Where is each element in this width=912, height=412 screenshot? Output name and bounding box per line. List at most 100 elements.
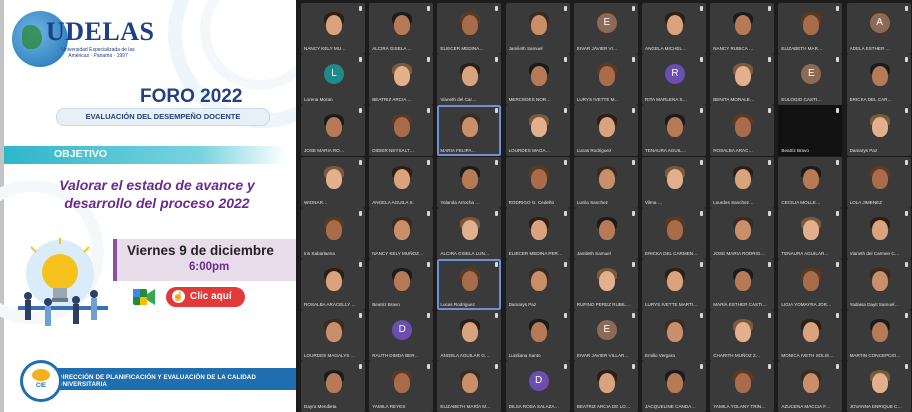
participant-photo	[803, 271, 820, 291]
participant-tile[interactable]: ELIECER MEDINA…	[437, 3, 502, 54]
participant-tile[interactable]: Vianeth del Carmen C…	[846, 207, 911, 259]
participant-tile[interactable]: Yolanda Arrocha …	[437, 156, 502, 208]
participant-tile[interactable]: MARIA FELIPA…	[437, 105, 502, 157]
participant-tile[interactable]: RODRIGO G. Cedeño	[505, 156, 570, 208]
participant-tile[interactable]: LURYS IVETTE MARTI…	[642, 259, 706, 310]
participant-tile[interactable]: BEATRIZ ARCIA DE LO…	[573, 361, 638, 412]
participant-tile[interactable]: MERCEDES NOR…	[505, 54, 570, 106]
participant-tile[interactable]: ELIZABETH MAR…	[778, 3, 843, 54]
participant-tile[interactable]: MONICA IVETH SOLIS…	[778, 310, 843, 362]
participant-tile[interactable]: Yadaisa Dayit Samuel…	[846, 259, 911, 310]
participant-tile[interactable]: TENAURA AGUILAR…	[778, 207, 843, 259]
participant-photo	[735, 66, 752, 87]
participant-tile[interactable]: Beatriz Bravo	[369, 259, 434, 310]
participant-tile[interactable]: Emilio Vergara	[642, 310, 706, 362]
participant-tile[interactable]: RUFINO PEREZ RUBIL…	[573, 259, 638, 310]
participant-tile[interactable]: ERICKA DEL CAR…	[846, 54, 911, 106]
participant-tile[interactable]: ERICKA DEL CARMEN…	[642, 207, 706, 259]
participant-name: ERICKA DEL CARMEN…	[645, 250, 698, 256]
participant-tile[interactable]: LOLA JIMENEZ	[846, 156, 911, 208]
participant-tile[interactable]: BENITA MORALE…	[710, 54, 775, 106]
participant-tile[interactable]: LOURDES MAGALYS …	[301, 310, 365, 362]
participant-tile[interactable]: ANGELA AGUILAR G…	[437, 310, 502, 362]
participant-tile[interactable]: ALCIRA GISELA LUN…	[437, 207, 502, 259]
participant-tile[interactable]: Lourdes Sanchez…	[710, 156, 775, 208]
participant-name: Dayra Mendieta	[304, 404, 337, 410]
participant-tile[interactable]: WIONAR…	[301, 156, 365, 208]
participant-tile[interactable]: ELIZABETH MARÍA M…	[437, 361, 502, 412]
participant-tile[interactable]: Dayra Mendieta	[301, 361, 365, 412]
participant-tile[interactable]: Damarys Paz	[505, 259, 570, 310]
participant-tile[interactable]: JACQUELINE CANDA…	[642, 361, 706, 412]
participant-tile[interactable]: JOSE MARIA RODRIG…	[710, 207, 775, 259]
mic-muted-icon	[904, 364, 908, 370]
lightbulb-icon	[18, 238, 108, 326]
participant-tile[interactable]: Vilma …	[642, 156, 706, 208]
participant-name: ALCIRA GISELA …	[372, 46, 413, 51]
participant-tile[interactable]: JOVANNA ENRIQUE C…	[846, 361, 911, 412]
participant-tile[interactable]: CECILIA MOLLE…	[778, 156, 843, 208]
participant-photo	[462, 373, 479, 394]
participant-name: BENITA MORALE…	[713, 97, 755, 103]
participant-tile[interactable]: TENAURA AGUIL…	[642, 105, 706, 157]
participant-tile[interactable]: LOURDES MAGA…	[505, 105, 570, 157]
participant-tile[interactable]: LIGIA YOMAYRA JOR…	[778, 259, 843, 310]
participant-photo	[667, 322, 683, 343]
participant-tile[interactable]: MARTIN CONCEPCIO…	[846, 310, 911, 362]
participant-tile[interactable]: DIDIER NEYSALT…	[369, 105, 434, 157]
participant-tile[interactable]: LURYS IVETTE M…	[573, 54, 638, 106]
participant-tile[interactable]: L Lorena Moran	[301, 54, 365, 106]
participant-tile[interactable]: D DILSA ROSA SALAZA…	[505, 361, 570, 412]
participant-tile[interactable]: Lucas Rodriguez	[437, 259, 502, 310]
click-here-button[interactable]: ☝ Clic aquí	[166, 287, 245, 307]
participant-tile[interactable]: E EIVAR JAVIER VILLAR…	[573, 310, 638, 362]
participant-tile[interactable]: Iris Sabarlaena	[301, 207, 365, 259]
participant-tile[interactable]: CHARITH MUÑOZ Z…	[710, 310, 775, 362]
participant-tile[interactable]: BEATRIZ ARCIA …	[369, 54, 434, 106]
participant-tile[interactable]: Vianeth del Car…	[437, 54, 502, 106]
google-meet-icon[interactable]	[133, 289, 155, 305]
participant-tile[interactable]: YAMILA REYES	[369, 361, 434, 412]
participant-tile[interactable]: Luzdiana Santo	[505, 310, 570, 362]
participant-tile[interactable]: ANGELA AGUILA S.	[369, 156, 434, 208]
mic-muted-icon	[495, 364, 499, 370]
participant-tile[interactable]: Lucila Sanchez	[573, 156, 638, 208]
participant-tile[interactable]: D RAUTH DIMDA BER…	[369, 310, 434, 362]
participant-tile[interactable]: E EULOGIO CASTI…	[778, 54, 843, 106]
participant-tile[interactable]: A ADELA ESTHER …	[846, 3, 911, 54]
participant-tile[interactable]: NANCY KELY MUÑOZ…	[369, 207, 434, 259]
mic-muted-icon	[563, 313, 567, 319]
participant-tile[interactable]: Lucas Rodriguez	[573, 105, 638, 157]
hand-pointer-icon: ☝	[172, 290, 185, 303]
mic-muted-icon	[904, 6, 908, 11]
mic-muted-icon	[700, 159, 703, 165]
participant-tile[interactable]: Beatriz Bravo	[778, 105, 843, 157]
participant-name: RUFINO PEREZ RUBIL…	[576, 302, 631, 307]
mic-muted-icon	[359, 262, 362, 267]
participant-name: MERCEDES NOR…	[508, 97, 551, 103]
participant-tile[interactable]: YAMILA YOLANY TRIN…	[710, 361, 775, 412]
participant-tile[interactable]: ALCIRA GISELA …	[369, 3, 434, 54]
participant-tile[interactable]: ROSALBA ARACELLY …	[301, 259, 365, 310]
participant-tile[interactable]: MARÍA ESTHER CASTI…	[710, 259, 775, 310]
participant-tile[interactable]: ELIECER MEDINA PER…	[505, 207, 570, 259]
participant-tile[interactable]: NANCY RUBICA …	[710, 3, 775, 54]
mic-muted-icon	[836, 159, 840, 165]
participant-name: MARÍA ESTHER CASTI…	[713, 302, 767, 307]
participant-photo	[462, 117, 479, 138]
participant-tile[interactable]: E EIVAR JAVIER VI…	[573, 3, 638, 54]
participant-tile[interactable]: Damarys Paz	[846, 105, 911, 157]
participant-photo	[530, 271, 547, 291]
mic-muted-icon	[768, 364, 772, 370]
participant-tile[interactable]: Jamileth Samuel	[505, 3, 570, 54]
participant-tile[interactable]: ANGELA MICHEL…	[642, 3, 706, 54]
mic-muted-icon	[700, 313, 703, 319]
participant-tile[interactable]: JOSE MARIA RO…	[301, 105, 365, 157]
participant-photo	[735, 271, 752, 291]
participant-tile[interactable]: NANCY KELY MU…	[301, 3, 365, 54]
participant-tile[interactable]: AZUCENA MACCIA F…	[778, 361, 843, 412]
participant-tile[interactable]: ROSALBA ARAC…	[710, 105, 775, 157]
participant-tile[interactable]: R RITA MARLENA S…	[642, 54, 706, 106]
participant-tile[interactable]: Jamileth Samuel	[573, 207, 638, 259]
mic-muted-icon	[563, 57, 567, 63]
